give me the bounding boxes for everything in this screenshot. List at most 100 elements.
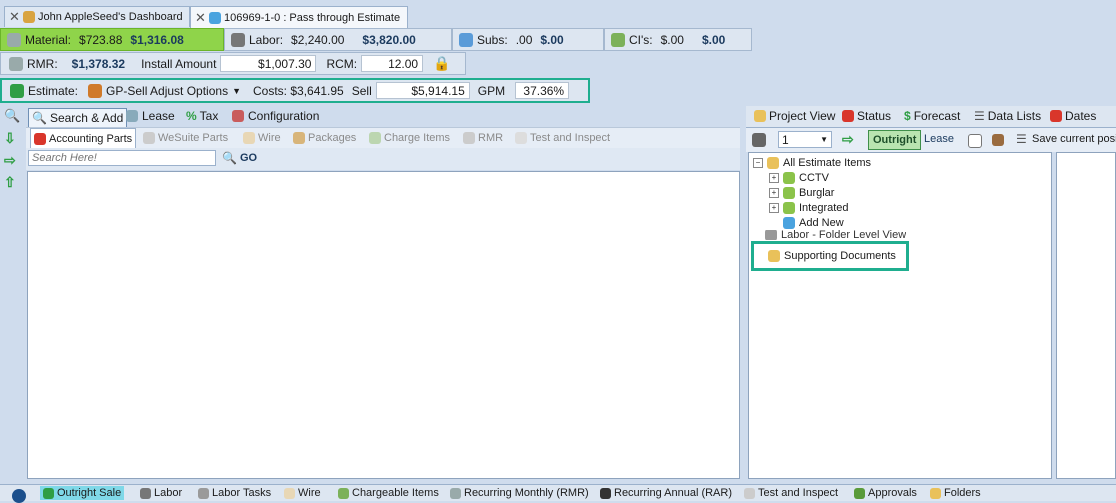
tab-outright-sale[interactable]: Outright Sale	[40, 486, 125, 500]
tax-button[interactable]: % Tax	[186, 109, 218, 123]
search-bar: 🔍 GO	[26, 148, 740, 170]
dollar-icon	[10, 83, 24, 98]
configuration-icon	[232, 110, 244, 122]
tab-forecast[interactable]: $ Forecast	[904, 106, 960, 126]
chevron-down-icon: ▼	[820, 135, 828, 144]
collapse-icon[interactable]: −	[753, 157, 763, 168]
tree-item-burglar[interactable]: + Burglar	[769, 185, 834, 200]
zoom-icon[interactable]: 🔍	[4, 108, 22, 130]
supporting-documents-highlight: Supporting Documents	[751, 241, 909, 271]
rmr-icon	[450, 487, 461, 499]
folder-icon	[783, 186, 795, 199]
tree-item-integrated[interactable]: + Integrated	[769, 200, 849, 215]
clipboard-icon	[744, 487, 755, 499]
tab-recurring-annual[interactable]: Recurring Annual (RAR)	[600, 486, 732, 500]
add-icon	[783, 216, 795, 229]
arrow-up-icon[interactable]: ⇧	[4, 174, 22, 196]
tree-item-labor-folder[interactable]: Labor - Folder Level View	[753, 230, 906, 240]
close-icon[interactable]: ✕	[9, 9, 21, 25]
sell-field[interactable]: $5,914.15	[375, 82, 470, 99]
tab-recurring-monthly[interactable]: Recurring Monthly (RMR)	[450, 486, 589, 500]
percent-icon	[88, 83, 103, 98]
arrow-right-icon[interactable]: ⇨	[842, 131, 854, 148]
close-icon[interactable]: ✕	[195, 10, 207, 26]
tab-accounting-parts[interactable]: Accounting Parts	[30, 128, 137, 149]
grid-icon[interactable]	[968, 134, 982, 148]
tab-test-inspect-bottom[interactable]: Test and Inspect	[744, 486, 838, 500]
search-icon: 🔍	[222, 151, 237, 165]
rmr-row: RMR: $1,378.32 Install Amount $1,007.30 …	[0, 52, 466, 75]
info-icon[interactable]	[12, 489, 26, 503]
tag-icon	[369, 132, 381, 144]
gpm-field[interactable]: 37.36%	[515, 82, 570, 99]
tab-data-lists[interactable]: ☰ Data Lists	[974, 106, 1041, 126]
tab-folders[interactable]: Folders	[930, 486, 981, 500]
tab-labor[interactable]: Labor	[140, 486, 182, 500]
expand-icon[interactable]: +	[769, 172, 779, 183]
go-button[interactable]: 🔍 GO	[222, 151, 257, 165]
rmr-icon	[9, 56, 23, 71]
left-vertical-toolbar: 🔍 ⇩ ⇨ ⇧	[4, 108, 22, 196]
configuration-button[interactable]: Configuration	[232, 109, 319, 123]
folder-icon	[754, 110, 766, 122]
tab-labor-tasks[interactable]: Labor Tasks	[198, 486, 271, 500]
rcm-field[interactable]: 12.00	[361, 55, 424, 72]
arrow-right-icon[interactable]: ⇨	[4, 152, 22, 174]
doc-tab-label: John AppleSeed's Dashboard	[38, 11, 183, 23]
doc-tab-dashboard[interactable]: ✕ John AppleSeed's Dashboard	[4, 6, 190, 27]
expand-icon[interactable]: +	[769, 187, 779, 198]
folder-icon	[930, 487, 941, 499]
tree-item-supporting-documents[interactable]: Supporting Documents	[768, 248, 896, 263]
tools-icon	[231, 32, 245, 47]
search-input[interactable]	[28, 150, 216, 166]
folder-icon	[768, 249, 780, 262]
estimate-row: Estimate: GP-Sell Adjust Options ▼ Costs…	[0, 78, 590, 103]
list-icon: ☰	[974, 109, 985, 123]
tab-wire[interactable]: Wire	[240, 128, 284, 148]
approval-icon	[854, 487, 865, 499]
tab-dates[interactable]: Dates	[1050, 106, 1096, 126]
calendar-icon	[842, 110, 854, 122]
install-amount-field[interactable]: $1,007.30	[220, 55, 317, 72]
gear-icon	[34, 133, 46, 145]
chevron-down-icon[interactable]: ▼	[232, 86, 241, 96]
tree-item-root[interactable]: − All Estimate Items	[753, 155, 871, 170]
tree-item-add-new[interactable]: Add New	[783, 215, 844, 230]
tab-packages[interactable]: Packages	[290, 128, 359, 148]
subs-total: Subs: .00 $.00	[452, 28, 604, 51]
search-add-button[interactable]: 🔍 Search & Add	[28, 108, 128, 128]
contact-icon[interactable]	[992, 134, 1004, 146]
outright-toggle[interactable]: Outright	[868, 130, 922, 150]
project-tree-panel: − All Estimate Items + CCTV + Burglar + …	[748, 152, 1052, 479]
tab-test-inspect[interactable]: Test and Inspect	[512, 128, 613, 148]
tab-wesuite-parts[interactable]: WeSuite Parts	[140, 128, 231, 148]
lease-toggle[interactable]: Lease	[924, 133, 954, 145]
search-results-panel	[27, 171, 740, 479]
tab-approvals[interactable]: Approvals	[854, 486, 917, 500]
tab-status[interactable]: Status	[842, 106, 891, 126]
arrow-down-icon[interactable]: ⇩	[4, 130, 22, 152]
tab-rmr[interactable]: RMR	[460, 128, 506, 148]
calendar-icon	[1050, 110, 1062, 122]
tab-project-view[interactable]: Project View	[754, 106, 835, 126]
doc-tab-label: 106969-1-0 : Pass through Estimate	[224, 11, 401, 24]
labor-total: Labor: $2,240.00 $3,820.00	[224, 28, 452, 51]
tools-icon	[140, 487, 151, 499]
tab-chargeable-items[interactable]: Chargeable Items	[338, 486, 439, 500]
gear-icon	[143, 132, 155, 144]
subs-icon	[459, 32, 473, 47]
folder-icon	[783, 201, 795, 214]
tab-wire-bottom[interactable]: Wire	[284, 486, 321, 500]
gp-sell-adjust-dropdown[interactable]: GP-Sell Adjust Options	[102, 84, 232, 98]
lease-button[interactable]: Lease	[126, 109, 175, 123]
level-select[interactable]: 1 ▼	[778, 131, 832, 148]
expand-icon[interactable]: +	[769, 202, 779, 213]
tree-item-cctv[interactable]: + CCTV	[769, 170, 829, 185]
dollar-icon	[43, 487, 54, 499]
save-position-button[interactable]: Save current positi	[1032, 133, 1116, 145]
cis-total: CI's: $.00 $.00	[604, 28, 752, 51]
tab-charge-items[interactable]: Charge Items	[366, 128, 453, 148]
lock-icon[interactable]: 🔒	[433, 55, 450, 72]
settings-icon[interactable]	[752, 133, 766, 147]
doc-tab-estimate[interactable]: ✕ 106969-1-0 : Pass through Estimate	[190, 6, 408, 28]
